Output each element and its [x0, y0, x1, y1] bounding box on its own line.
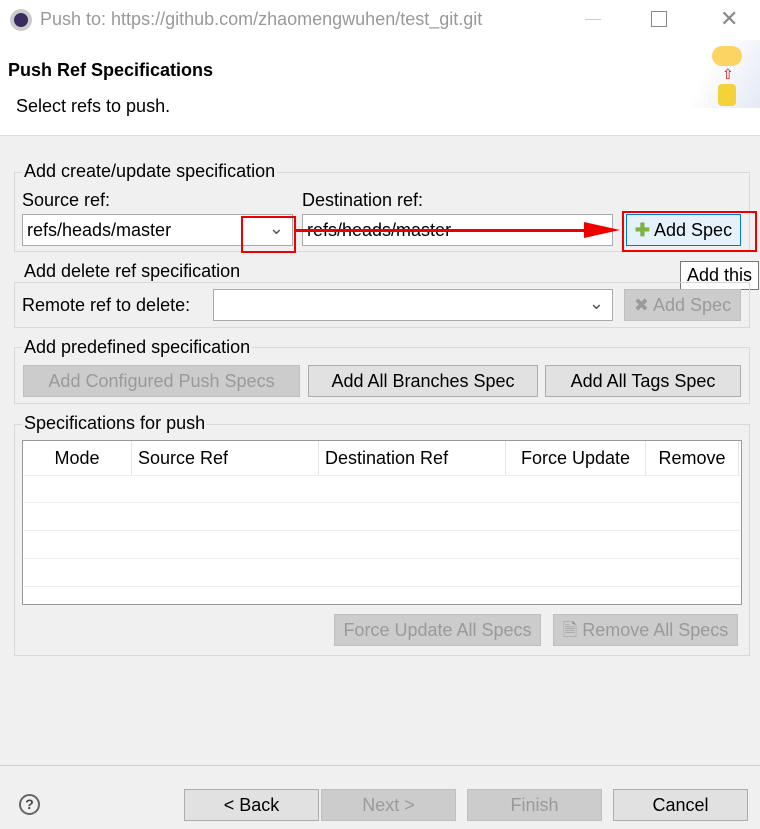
- remove-icon: 🗎: [562, 620, 578, 640]
- remote-ref-label: Remote ref to delete:: [22, 295, 191, 315]
- source-ref-value: refs/heads/master: [27, 220, 172, 240]
- column-header-mode[interactable]: Mode: [23, 441, 132, 475]
- next-button[interactable]: Next >: [321, 789, 456, 821]
- annotation-arrow: [296, 229, 606, 232]
- column-header-remove[interactable]: Remove: [646, 441, 739, 475]
- add-all-branches-spec-button[interactable]: Add All Branches Spec: [308, 365, 538, 397]
- add-delete-spec-label: Add Spec: [653, 295, 732, 315]
- push-cloud-icon: ⇧: [690, 40, 760, 108]
- delete-icon: ✖: [633, 295, 649, 315]
- footer-divider: [0, 765, 760, 766]
- add-all-tags-spec-button[interactable]: Add All Tags Spec: [545, 365, 741, 397]
- table-row: [23, 503, 740, 531]
- finish-button[interactable]: Finish: [467, 789, 602, 821]
- annotation-arrowhead: [584, 222, 620, 238]
- page-title: Push Ref Specifications: [8, 60, 214, 80]
- delete-legend: Add delete ref specification: [22, 261, 243, 282]
- column-header-source-ref[interactable]: Source Ref: [132, 441, 319, 475]
- predefined-legend: Add predefined specification: [22, 337, 253, 358]
- minimize-icon[interactable]: [585, 19, 601, 20]
- column-header-force-update[interactable]: Force Update: [506, 441, 646, 475]
- add-delete-spec-button[interactable]: ✖ Add Spec: [624, 289, 741, 321]
- table-row: [23, 531, 740, 559]
- eclipse-icon: [10, 9, 32, 31]
- table-row: [23, 559, 740, 587]
- column-header-destination-ref[interactable]: Destination Ref: [319, 441, 506, 475]
- force-update-all-specs-button[interactable]: Force Update All Specs: [334, 614, 541, 646]
- add-configured-push-specs-button[interactable]: Add Configured Push Specs: [23, 365, 300, 397]
- close-icon[interactable]: ✕: [720, 6, 738, 32]
- title-bar: Push to: https://github.com/zhaomengwuhe…: [0, 0, 760, 40]
- help-icon[interactable]: ?: [19, 794, 40, 815]
- wizard-header: Push Ref Specifications Select refs to p…: [0, 40, 760, 136]
- maximize-icon[interactable]: [651, 11, 667, 27]
- remote-ref-combo[interactable]: ⌄: [213, 289, 613, 321]
- source-ref-label: Source ref:: [22, 190, 111, 210]
- cancel-button[interactable]: Cancel: [613, 789, 748, 821]
- page-subtitle: Select refs to push.: [16, 96, 171, 116]
- chevron-down-icon[interactable]: ⌄: [589, 293, 604, 314]
- specs-table[interactable]: Mode Source Ref Destination Ref Force Up…: [22, 440, 742, 605]
- annotation-box-add-spec: [622, 211, 757, 252]
- window-title: Push to: https://github.com/zhaomengwuhe…: [40, 9, 483, 29]
- back-button[interactable]: < Back: [184, 789, 319, 821]
- destination-ref-label: Destination ref:: [302, 190, 424, 210]
- table-row: [23, 475, 740, 503]
- remove-all-specs-label: Remove All Specs: [582, 620, 729, 640]
- annotation-box-dropdown: [241, 216, 296, 253]
- specs-legend: Specifications for push: [22, 413, 208, 434]
- remove-all-specs-button[interactable]: 🗎 Remove All Specs: [553, 614, 738, 646]
- create-legend: Add create/update specification: [22, 161, 278, 182]
